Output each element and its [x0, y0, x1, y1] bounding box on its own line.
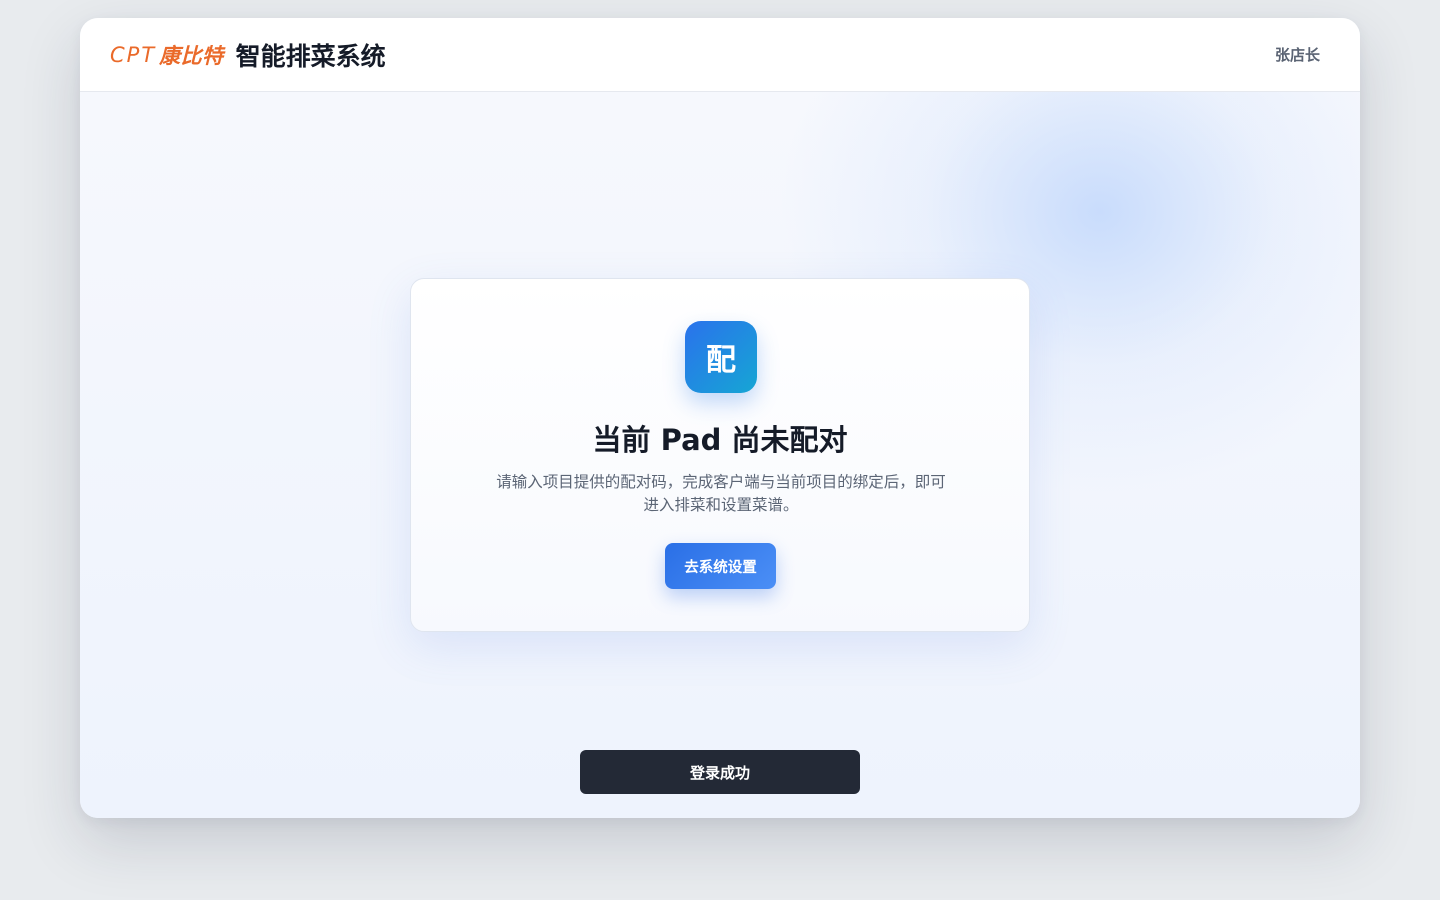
user-name[interactable]: 张店长: [1275, 44, 1320, 65]
pairing-title: 当前 Pad 尚未配对: [592, 423, 848, 457]
go-to-settings-button[interactable]: 去系统设置: [665, 543, 776, 589]
brand-logo-latin: CPT: [110, 42, 157, 67]
pairing-badge-icon: 配: [685, 321, 757, 393]
top-bar: CPT 康比特 智能排菜系统 张店长: [80, 18, 1360, 92]
brand-logo-cn: 康比特: [159, 43, 224, 68]
app-title: 智能排菜系统: [235, 41, 386, 71]
brand-logo: CPT 康比特: [110, 40, 224, 70]
pairing-description: 请输入项目提供的配对码，完成客户端与当前项目的绑定后，即可进入排菜和设置菜谱。: [496, 473, 946, 514]
main-content: 配 当前 Pad 尚未配对 请输入项目提供的配对码，完成客户端与当前项目的绑定后…: [80, 92, 1360, 818]
login-success-toast: 登录成功: [580, 750, 860, 794]
pairing-card: 配 当前 Pad 尚未配对 请输入项目提供的配对码，完成客户端与当前项目的绑定后…: [410, 278, 1030, 632]
app-window: CPT 康比特 智能排菜系统 张店长 配 当前 Pad 尚未配对 请输入项目提供…: [80, 18, 1360, 818]
